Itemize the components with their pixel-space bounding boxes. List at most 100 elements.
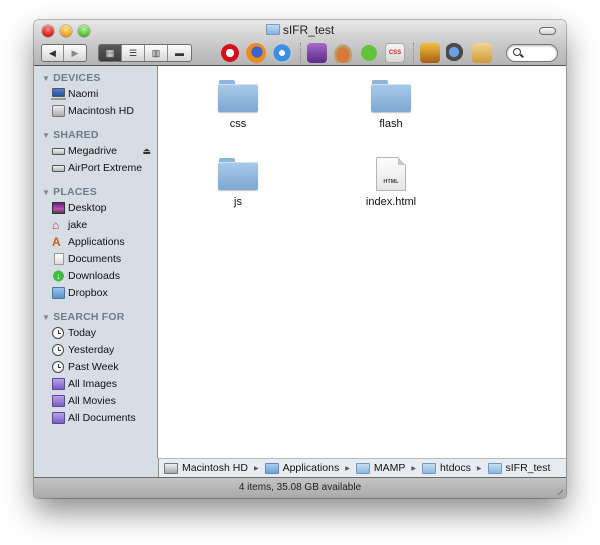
sidebar-item-all-images[interactable]: All Images: [34, 376, 157, 393]
hard-drive-icon: [164, 462, 178, 474]
toolbar-toggle-button[interactable]: [539, 27, 556, 35]
sidebar-item-macintosh-hd[interactable]: Macintosh HD: [34, 103, 157, 120]
clock-icon: [52, 327, 64, 339]
sidebar-item-dropbox[interactable]: Dropbox: [34, 285, 157, 302]
list-view-button[interactable]: ☰: [122, 45, 145, 61]
file-name: flash: [379, 118, 403, 130]
column-view-button[interactable]: ▥: [145, 45, 168, 61]
pen-tool-icon[interactable]: [420, 43, 440, 63]
folder-icon: [421, 462, 436, 474]
search-icon: [513, 48, 521, 56]
dropbox-icon: [52, 287, 65, 299]
section-title: SHARED: [53, 129, 99, 141]
sidebar-item-label: jake: [68, 219, 88, 231]
sidebar-item-documents[interactable]: Documents: [34, 251, 157, 268]
toolbar-separator: [413, 43, 414, 63]
section-title: SEARCH FOR: [53, 311, 125, 323]
smart-folder-icon: [52, 378, 65, 390]
hard-drive-icon: [52, 105, 65, 117]
crumb-label: Applications: [282, 462, 340, 474]
sidebar-item-desktop[interactable]: Desktop: [34, 200, 157, 217]
safari-icon[interactable]: [272, 43, 292, 63]
sidebar-item-naomi[interactable]: Naomi: [34, 86, 157, 103]
crumb-label: Macintosh HD: [182, 462, 248, 474]
path-separator-icon: ▶: [476, 465, 482, 472]
icon-view-button[interactable]: ▦: [99, 45, 122, 61]
path-crumb-macintosh-hd[interactable]: Macintosh HD: [164, 462, 248, 474]
sidebar-section-devices[interactable]: ▼ DEVICES: [34, 70, 157, 86]
leaf-icon[interactable]: [355, 39, 383, 67]
search-field[interactable]: [506, 44, 558, 62]
sidebar-item-yesterday[interactable]: Yesterday: [34, 342, 157, 359]
photoshop-icon[interactable]: [307, 43, 327, 63]
resize-grip-icon[interactable]: [553, 485, 563, 495]
sidebar-item-label: All Movies: [68, 395, 116, 407]
coffee-cup-icon[interactable]: [333, 43, 353, 63]
opera-icon[interactable]: [220, 43, 240, 63]
css-edit-icon[interactable]: CSS: [385, 43, 405, 63]
sidebar-item-all-documents[interactable]: All Documents: [34, 410, 157, 427]
eject-icon[interactable]: ⏏: [142, 143, 151, 160]
finder-window: sIFR_test ◀ ▶ ▦ ☰ ▥ ▬ CSS ▼ DEVICES Naom…: [34, 20, 566, 498]
file-item-flash[interactable]: flash: [336, 80, 446, 130]
sidebar-item-today[interactable]: Today: [34, 325, 157, 342]
applications-icon: A: [52, 235, 61, 249]
sidebar-item-label: Dropbox: [68, 287, 108, 299]
sidebar-item-label: AirPort Extreme: [68, 162, 143, 174]
disclosure-triangle-icon: ▼: [42, 188, 51, 197]
sidebar-item-label: Downloads: [68, 270, 120, 282]
sidebar-item-jake[interactable]: ⌂ jake: [34, 217, 157, 234]
sidebar-item-label: Desktop: [68, 202, 107, 214]
coverflow-view-button[interactable]: ▬: [168, 45, 191, 61]
path-crumb-sifr-test[interactable]: sIFR_test: [487, 462, 551, 474]
preview-icon[interactable]: [446, 43, 466, 63]
sidebar: ▼ DEVICES Naomi Macintosh HD ▼ SHARED Mega…: [34, 66, 158, 458]
sidebar-item-megadrive[interactable]: Megadrive ⏏: [34, 143, 157, 160]
window-title: sIFR_test: [34, 23, 566, 37]
sidebar-section-shared[interactable]: ▼ SHARED: [34, 127, 157, 143]
path-separator-icon: ▶: [345, 465, 350, 472]
status-bar: 4 items, 35.08 GB available: [34, 477, 566, 498]
section-title: DEVICES: [53, 72, 101, 84]
title-toolbar: sIFR_test ◀ ▶ ▦ ☰ ▥ ▬ CSS: [34, 20, 566, 67]
sidebar-section-places[interactable]: ▼ PLACES: [34, 184, 157, 200]
path-separator-icon: ▶: [411, 465, 416, 472]
path-crumb-applications[interactable]: Applications: [264, 462, 340, 474]
disclosure-triangle-icon: ▼: [42, 131, 51, 140]
sidebar-item-airport-extreme[interactable]: AirPort Extreme: [34, 160, 157, 177]
sidebar-item-past-week[interactable]: Past Week: [34, 359, 157, 376]
file-item-css[interactable]: css: [183, 80, 293, 130]
sidebar-item-label: Macintosh HD: [68, 105, 134, 117]
clock-icon: [52, 361, 64, 373]
downloads-icon: ↓: [52, 270, 65, 282]
firefox-icon[interactable]: [246, 43, 266, 63]
path-crumb-mamp[interactable]: MAMP: [355, 462, 405, 474]
forward-button[interactable]: ▶: [64, 45, 86, 61]
view-mode-control: ▦ ☰ ▥ ▬: [98, 44, 192, 62]
back-button[interactable]: ◀: [42, 45, 64, 61]
sidebar-item-label: Naomi: [68, 88, 99, 100]
path-crumb-htdocs[interactable]: htdocs: [421, 462, 471, 474]
folder-icon: [265, 24, 280, 35]
file-name: css: [229, 118, 247, 130]
folder-icon: [371, 80, 411, 112]
file-name: index.html: [365, 196, 417, 208]
file-item-js[interactable]: js: [183, 158, 293, 208]
file-item-index-html[interactable]: HTML index.html: [336, 157, 446, 208]
column-view-icon: ▥: [151, 47, 161, 58]
crumb-label: sIFR_test: [505, 462, 551, 474]
html-badge: HTML: [383, 179, 399, 185]
file-name: js: [234, 196, 242, 208]
disclosure-triangle-icon: ▼: [42, 313, 51, 322]
sidebar-item-all-movies[interactable]: All Movies: [34, 393, 157, 410]
network-drive-icon: [52, 148, 65, 155]
sidebar-section-search-for[interactable]: ▼ SEARCH FOR: [34, 309, 157, 325]
folder-icon: [355, 462, 370, 474]
documents-folder-icon[interactable]: [472, 43, 492, 63]
icon-view-icon: ▦: [105, 47, 115, 58]
folder-icon: [218, 158, 258, 190]
disclosure-triangle-icon: ▼: [42, 74, 51, 83]
sidebar-item-applications[interactable]: A Applications: [34, 234, 157, 251]
sidebar-item-downloads[interactable]: ↓ Downloads: [34, 268, 157, 285]
documents-icon: [54, 253, 64, 265]
